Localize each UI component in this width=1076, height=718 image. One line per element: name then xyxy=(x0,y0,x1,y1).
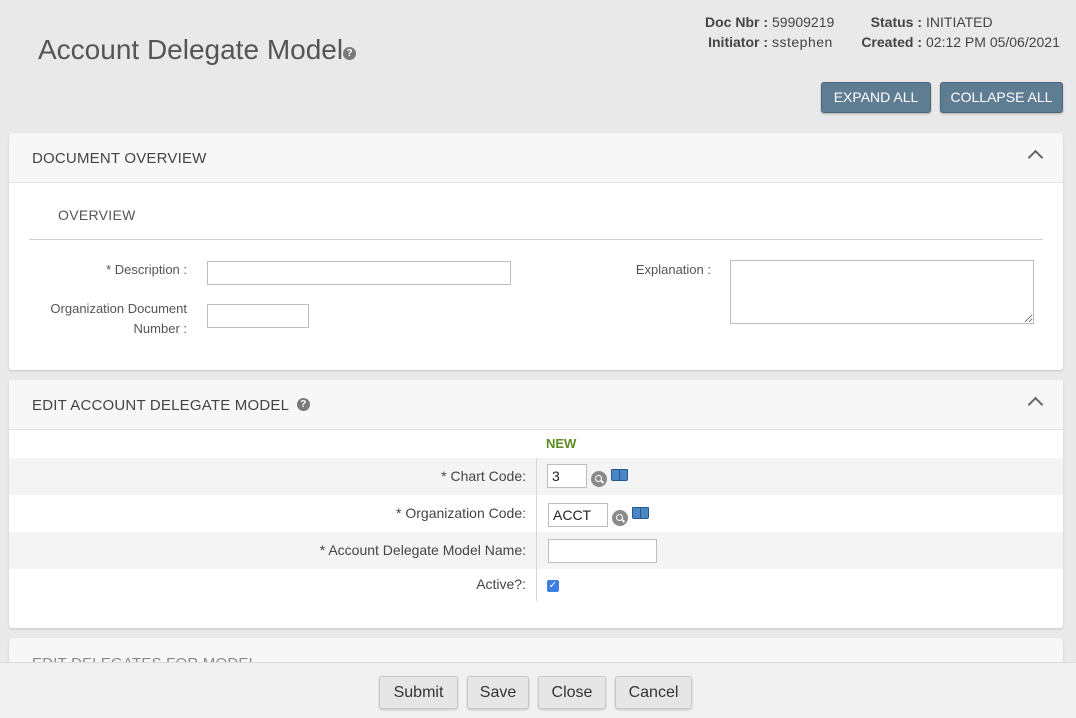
book-icon[interactable] xyxy=(632,507,649,519)
status-label: Status : xyxy=(870,14,922,30)
divider xyxy=(29,239,1043,240)
doc-info-left: Doc Nbr :59909219 Initiator : sstephen xyxy=(700,12,834,52)
help-icon[interactable]: ? xyxy=(296,397,310,411)
initiator-label: Initiator : xyxy=(708,34,768,50)
expand-all-button[interactable]: EXPAND ALL xyxy=(821,82,931,113)
created-value: 02:12 PM 05/06/2021 xyxy=(926,34,1060,50)
close-button[interactable]: Close xyxy=(538,676,606,709)
explanation-label: Explanation : xyxy=(635,262,711,277)
org-doc-number-label-line1: Organization Document xyxy=(50,301,187,316)
org-doc-number-label-line2: Number : xyxy=(133,321,187,336)
footer-action-bar: Submit Save Close Cancel xyxy=(0,662,1076,718)
search-icon[interactable] xyxy=(612,510,628,526)
collapse-all-button[interactable]: COLLAPSE ALL xyxy=(940,82,1063,113)
doc-nbr-value: 59909219 xyxy=(772,14,835,30)
status-value: INITIATED xyxy=(926,14,993,30)
active-label: Active?: xyxy=(476,576,526,592)
doc-info-right: Status : INITIATED Created :02:12 PM 05/0… xyxy=(860,12,1060,52)
cancel-button[interactable]: Cancel xyxy=(615,676,692,709)
overview-subheader: OVERVIEW xyxy=(58,207,136,223)
new-status-label: NEW xyxy=(546,436,577,451)
edit-model-panel: EDIT ACCOUNT DELEGATE MODEL ? NEW * Char… xyxy=(9,380,1063,628)
org-code-input[interactable] xyxy=(548,503,608,527)
chevron-up-icon[interactable] xyxy=(1027,396,1044,413)
model-name-label: * Account Delegate Model Name: xyxy=(319,542,526,558)
description-input[interactable] xyxy=(207,261,511,285)
chart-code-input[interactable] xyxy=(547,464,587,488)
model-name-input[interactable] xyxy=(548,539,657,563)
book-icon[interactable] xyxy=(611,469,628,481)
edit-model-title: EDIT ACCOUNT DELEGATE MODEL xyxy=(32,397,289,414)
org-code-label: * Organization Code: xyxy=(396,505,526,521)
doc-nbr-label: Doc Nbr : xyxy=(705,14,768,30)
created-label: Created : xyxy=(861,34,922,50)
save-button[interactable]: Save xyxy=(467,676,529,709)
search-icon[interactable] xyxy=(591,471,607,487)
chevron-up-icon[interactable] xyxy=(1027,149,1044,166)
explanation-textarea[interactable] xyxy=(730,260,1034,324)
initiator-link[interactable]: sstephen xyxy=(772,34,833,50)
divider xyxy=(536,458,537,601)
document-overview-title: DOCUMENT OVERVIEW xyxy=(32,150,207,167)
document-overview-header[interactable]: DOCUMENT OVERVIEW xyxy=(9,133,1063,183)
document-overview-panel: DOCUMENT OVERVIEW OVERVIEW * Description… xyxy=(9,133,1063,370)
edit-model-header[interactable]: EDIT ACCOUNT DELEGATE MODEL ? xyxy=(9,380,1063,430)
description-label: * Description : xyxy=(106,262,187,277)
help-icon[interactable]: ? xyxy=(343,47,356,60)
org-doc-number-label: Organization Document Number : xyxy=(29,299,187,339)
submit-button[interactable]: Submit xyxy=(379,676,458,709)
chart-code-label: * Chart Code: xyxy=(441,468,526,484)
active-checkbox[interactable]: ✓ xyxy=(547,580,559,592)
page-title: Account Delegate Model xyxy=(38,34,344,65)
org-doc-number-input[interactable] xyxy=(207,304,309,328)
